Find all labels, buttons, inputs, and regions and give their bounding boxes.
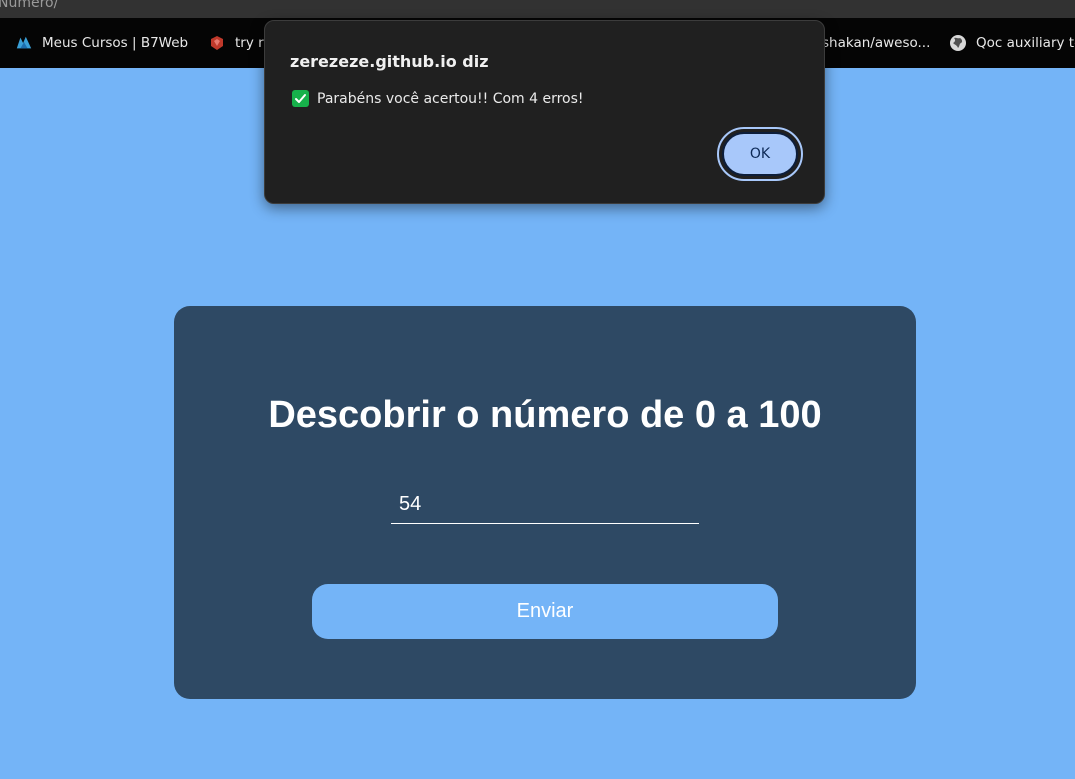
- bookmark-try-ruby[interactable]: try r: [208, 18, 264, 68]
- submit-button[interactable]: Enviar: [312, 584, 778, 639]
- check-icon: [292, 90, 309, 107]
- game-heading: Descobrir o número de 0 a 100: [268, 394, 822, 436]
- tab-title[interactable]: Número/: [0, 0, 58, 11]
- dialog-message: Parabéns você acertou!! Com 4 erros!: [292, 90, 584, 107]
- bookmark-awesome[interactable]: shakan/aweso...: [822, 18, 930, 68]
- alert-dialog: zerezeze.github.io diz Parabéns você ace…: [264, 20, 825, 204]
- bookmark-label: Meus Cursos | B7Web: [42, 35, 189, 51]
- bookmark-label: try r: [235, 35, 264, 51]
- bookmark-meus-cursos[interactable]: Meus Cursos | B7Web: [15, 18, 188, 68]
- ruby-icon: [208, 34, 226, 52]
- globe-icon: [949, 34, 967, 52]
- browser-tab-strip: Número/: [0, 0, 1075, 18]
- bookmark-label: shakan/aweso...: [822, 35, 931, 51]
- bookmark-label: Qoc auxiliary to: [976, 35, 1075, 51]
- ok-button[interactable]: OK: [717, 127, 803, 181]
- dialog-title: zerezeze.github.io diz: [290, 52, 489, 71]
- bookmark-qoc[interactable]: Qoc auxiliary to: [949, 18, 1075, 68]
- ok-button-label: OK: [722, 132, 798, 176]
- game-card: Descobrir o número de 0 a 100 Enviar: [174, 306, 916, 699]
- b7web-icon: [15, 34, 33, 52]
- number-input[interactable]: [391, 486, 699, 524]
- dialog-message-text: Parabéns você acertou!! Com 4 erros!: [317, 90, 584, 107]
